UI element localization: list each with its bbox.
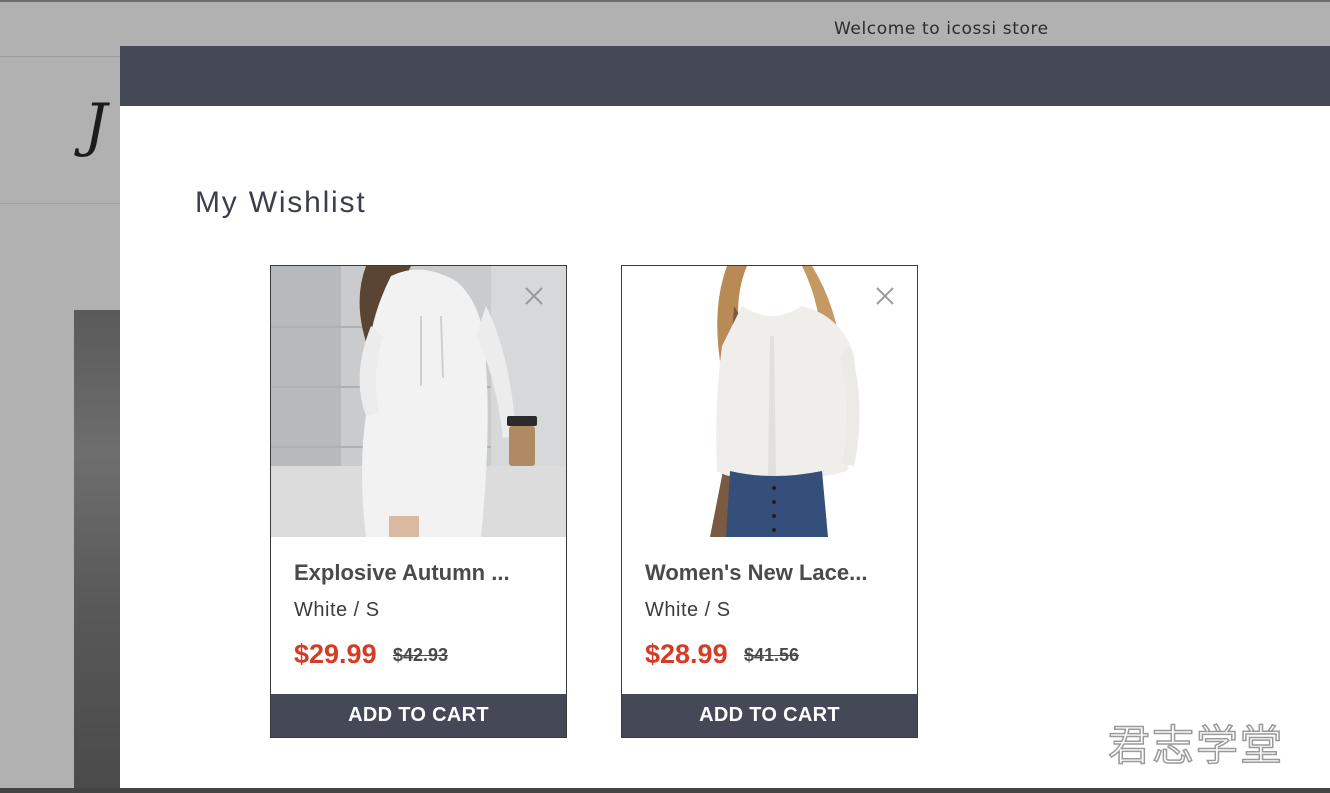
compare-at-price: $41.56 — [744, 645, 800, 665]
sale-price: $29.99 — [294, 639, 377, 669]
product-image[interactable] — [271, 266, 566, 537]
watermark: 君志学堂 — [1107, 720, 1285, 771]
product-title[interactable]: Explosive Autumn ... — [294, 560, 544, 586]
product-image[interactable] — [622, 266, 917, 537]
close-icon[interactable] — [873, 284, 897, 308]
wishlist-item: Explosive Autumn ... White / S $29.99 $4… — [270, 265, 567, 738]
announcement-text: Welcome to icossi store — [834, 19, 1049, 39]
compare-at-price: $42.93 — [393, 645, 449, 665]
wishlist-title: My Wishlist — [195, 186, 367, 219]
product-variant: White / S — [645, 599, 731, 621]
modal-header — [120, 46, 1330, 106]
close-icon[interactable] — [522, 284, 546, 308]
wishlist-modal: My Wishlist Explosive Autumn ... White /… — [120, 46, 1330, 788]
add-to-cart-button[interactable]: ADD TO CART — [271, 694, 566, 737]
sale-price: $28.99 — [645, 639, 728, 669]
page-bottom-strip — [0, 788, 1330, 793]
product-variant: White / S — [294, 599, 380, 621]
store-logo[interactable]: J — [84, 96, 107, 154]
add-to-cart-button[interactable]: ADD TO CART — [622, 694, 917, 737]
product-title[interactable]: Women's New Lace... — [645, 560, 895, 586]
wishlist-item: Women's New Lace... White / S $28.99 $41… — [621, 265, 918, 738]
